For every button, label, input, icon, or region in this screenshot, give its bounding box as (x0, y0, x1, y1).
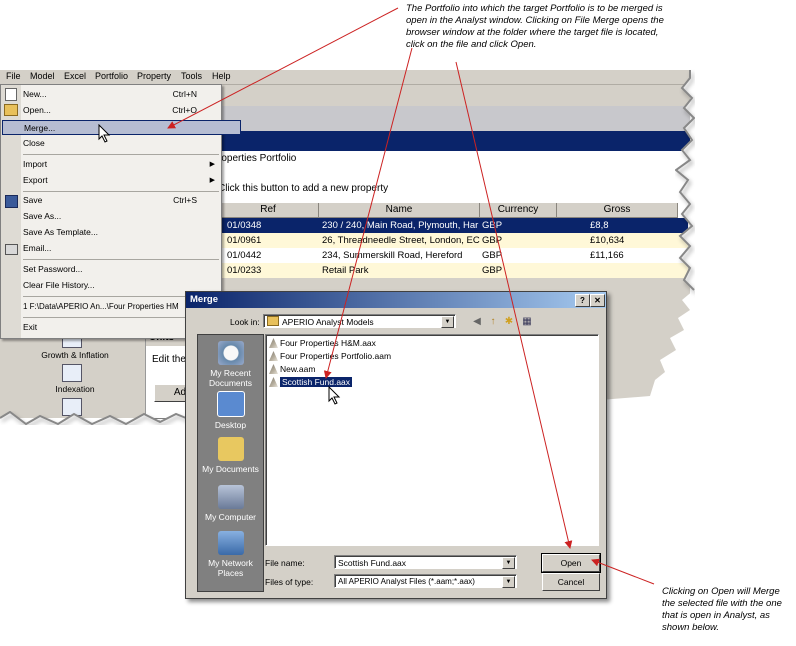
callout-arrows (167, 7, 655, 585)
arrow-to-merge (167, 7, 399, 129)
arrow-to-open (455, 61, 573, 549)
arrow-from-bottom-note (591, 558, 655, 585)
arrow-to-file (323, 47, 413, 379)
